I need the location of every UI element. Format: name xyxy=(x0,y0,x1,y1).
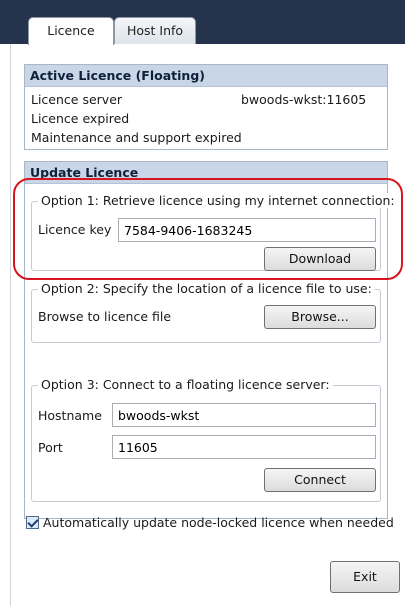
browse-button[interactable]: Browse... xyxy=(264,305,376,329)
maintenance-status: Maintenance and support expired xyxy=(31,130,242,145)
active-licence-header: Active Licence (Floating) xyxy=(25,65,387,87)
option1-group: Option 1: Retrieve licence using my inte… xyxy=(31,193,398,271)
option2-legend: Option 2: Specify the location of a lice… xyxy=(38,281,375,296)
option2-group: Option 2: Specify the location of a lice… xyxy=(31,281,381,343)
download-button[interactable]: Download xyxy=(264,247,376,271)
auto-update-checkbox[interactable] xyxy=(26,516,39,529)
licence-status: Licence expired xyxy=(31,111,130,126)
exit-button[interactable]: Exit xyxy=(330,561,400,593)
licence-server-value: bwoods-wkst:11605 xyxy=(241,92,367,107)
tab-host-info[interactable]: Host Info xyxy=(114,17,196,45)
licence-key-input[interactable] xyxy=(118,218,376,242)
update-licence-header: Update Licence xyxy=(25,162,387,184)
port-input[interactable] xyxy=(112,435,376,459)
browse-licence-label: Browse to licence file xyxy=(38,309,172,324)
connect-button[interactable]: Connect xyxy=(264,468,376,492)
option3-legend: Option 3: Connect to a floating licence … xyxy=(38,377,333,392)
port-label: Port xyxy=(38,440,63,455)
licence-server-label: Licence server xyxy=(31,92,123,107)
active-licence-section: Active Licence (Floating) Licence server… xyxy=(24,64,388,150)
hostname-label: Hostname xyxy=(38,408,102,423)
update-licence-section: Update Licence Option 1: Retrieve licenc… xyxy=(24,161,398,519)
window-left-edge xyxy=(0,44,10,606)
option3-group: Option 3: Connect to a floating licence … xyxy=(31,377,381,502)
auto-update-label[interactable]: Automatically update node-locked licence… xyxy=(43,515,394,530)
hostname-input[interactable] xyxy=(112,403,376,427)
licence-key-label: Licence key xyxy=(38,222,112,237)
tab-licence[interactable]: Licence xyxy=(28,17,114,45)
option1-legend: Option 1: Retrieve licence using my inte… xyxy=(38,193,398,208)
